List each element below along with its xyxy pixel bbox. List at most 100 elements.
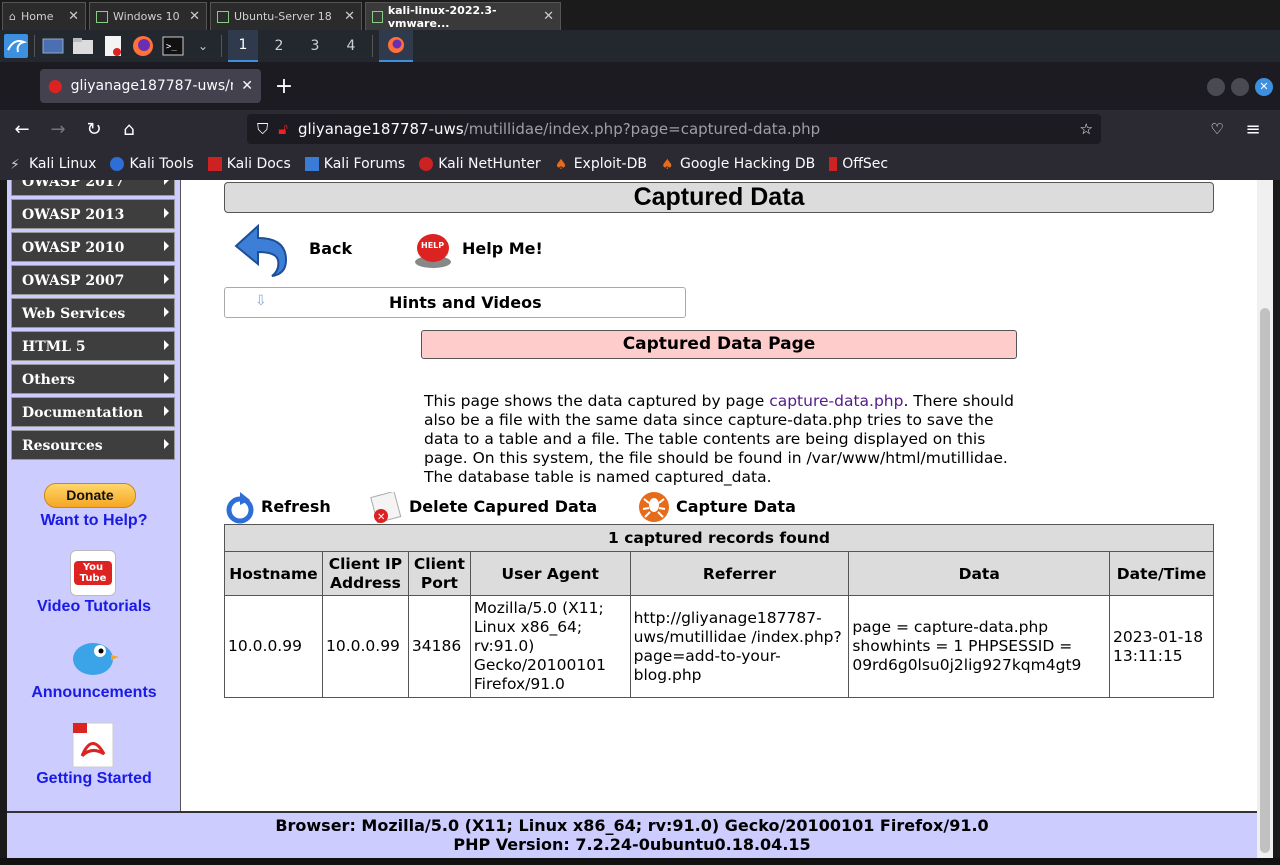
- close-icon[interactable]: ✕: [189, 9, 200, 24]
- kali-menu-icon[interactable]: [4, 34, 28, 58]
- bookmark-google-hacking-db[interactable]: ♠ Google Hacking DB: [661, 156, 815, 173]
- want-to-help-link[interactable]: Want to Help?: [7, 512, 181, 530]
- menu-owasp-2007[interactable]: OWASP 2007: [11, 265, 175, 295]
- host-tab-home[interactable]: ⌂ Home ✕: [2, 2, 86, 30]
- minimize-button[interactable]: [1207, 78, 1225, 96]
- bookmark-kali-docs[interactable]: Kali Docs: [207, 156, 291, 172]
- column-header: Referrer: [629, 551, 850, 596]
- cell-client-port: 34186: [407, 595, 471, 698]
- workspace-3[interactable]: 3: [300, 30, 330, 62]
- arrow-right-icon: [164, 180, 169, 185]
- forward-arrow-icon[interactable]: →: [47, 118, 69, 140]
- menu-owasp-2010[interactable]: OWASP 2010: [11, 232, 175, 262]
- new-tab-button[interactable]: +: [272, 74, 296, 99]
- video-tutorials-link[interactable]: Video Tutorials: [7, 598, 181, 616]
- menu-documentation[interactable]: Documentation: [11, 397, 175, 427]
- workspace-4[interactable]: 4: [336, 30, 366, 62]
- home-icon: ⌂: [9, 10, 16, 23]
- hints-and-videos-toggle[interactable]: ⇩ Hints and Videos: [224, 287, 686, 318]
- close-icon[interactable]: ✕: [344, 9, 355, 24]
- help-button-icon[interactable]: HELP: [411, 226, 455, 274]
- capture-data-icon[interactable]: [638, 491, 670, 527]
- back-arrow-icon[interactable]: [228, 220, 290, 282]
- nethunter-icon: [419, 157, 434, 171]
- host-tab-ubuntu[interactable]: Ubuntu-Server 18 ✕: [210, 2, 362, 30]
- close-icon[interactable]: ✕: [68, 9, 79, 24]
- menu-others[interactable]: Others: [11, 364, 175, 394]
- menu-html5[interactable]: HTML 5: [11, 331, 175, 361]
- home-icon[interactable]: ⌂: [118, 118, 140, 140]
- page-scrollbar[interactable]: [1257, 180, 1273, 858]
- help-me-button[interactable]: Help Me!: [462, 239, 543, 258]
- browser-tab[interactable]: ⬤ gliyanage187787-uws/mu ✕: [40, 69, 261, 103]
- arrow-right-icon: [164, 307, 169, 317]
- column-header: Client Port: [407, 551, 471, 596]
- bookmark-star-icon[interactable]: ☆: [1080, 120, 1093, 138]
- desktop-icon[interactable]: [41, 34, 65, 58]
- url-bar[interactable]: ⛉ 🔓︎ gliyanage187787-uws/mutillidae/inde…: [247, 114, 1101, 144]
- folder-icon[interactable]: [71, 34, 95, 58]
- delete-icon[interactable]: ✕: [370, 490, 402, 528]
- insecure-lock-icon[interactable]: 🔓︎: [278, 120, 288, 138]
- back-arrow-icon[interactable]: ←: [11, 118, 33, 140]
- web-page: OWASP 2017 OWASP 2013 OWASP 2010 OWASP 2…: [7, 180, 1257, 858]
- menu-web-services[interactable]: Web Services: [11, 298, 175, 328]
- refresh-icon[interactable]: [226, 492, 254, 528]
- getting-started-link[interactable]: Getting Started: [7, 770, 181, 788]
- arrow-right-icon: [164, 208, 169, 218]
- bookmark-kali-forums[interactable]: Kali Forums: [304, 156, 405, 172]
- window-bottom-edge: [0, 858, 1280, 865]
- youtube-label: You Tube: [74, 561, 112, 585]
- pocket-icon[interactable]: ♡: [1206, 118, 1228, 140]
- youtube-icon[interactable]: You Tube: [70, 550, 116, 596]
- bookmark-offsec[interactable]: OffSec: [829, 156, 888, 172]
- table-caption-row: 1 captured records found: [224, 524, 1214, 552]
- reload-icon[interactable]: ↻: [83, 118, 105, 140]
- workspace-2[interactable]: 2: [264, 30, 294, 62]
- kali-docs-icon: [207, 157, 222, 171]
- terminal-icon[interactable]: >_: [161, 34, 185, 58]
- svg-text:>_: >_: [166, 42, 177, 52]
- host-tab-windows[interactable]: Windows 10 ✕: [89, 2, 207, 30]
- taskbar-firefox-window[interactable]: [379, 30, 413, 62]
- delete-captured-data-button[interactable]: Delete Capured Data: [409, 497, 597, 516]
- donate-button[interactable]: Donate: [44, 483, 136, 508]
- host-tab-kali[interactable]: kali-linux-2022.3-vmware... ✕: [365, 2, 561, 30]
- column-header: User Agent: [469, 551, 631, 596]
- shield-icon[interactable]: ⛉: [257, 120, 268, 138]
- pdf-icon[interactable]: [72, 722, 114, 772]
- menu-resources[interactable]: Resources: [11, 430, 175, 460]
- text-editor-icon[interactable]: [101, 34, 125, 58]
- refresh-button[interactable]: Refresh: [261, 497, 331, 516]
- kali-forums-icon: [304, 157, 319, 171]
- menu-owasp-2013[interactable]: OWASP 2013: [11, 199, 175, 229]
- firefox-icon[interactable]: [131, 34, 155, 58]
- column-header: Data: [848, 551, 1111, 596]
- column-header: Hostname: [224, 551, 323, 596]
- close-window-button[interactable]: ✕: [1255, 78, 1273, 96]
- maximize-button[interactable]: [1231, 78, 1249, 96]
- hamburger-menu-icon[interactable]: ≡: [1242, 118, 1264, 140]
- menu-owasp-2017[interactable]: OWASP 2017: [11, 180, 175, 196]
- bookmark-kali-tools[interactable]: Kali Tools: [110, 156, 194, 172]
- bookmark-kali-linux[interactable]: ⚡︎ Kali Linux: [10, 156, 96, 173]
- close-icon[interactable]: ✕: [543, 9, 554, 24]
- close-icon[interactable]: ✕: [241, 78, 253, 94]
- bookmark-kali-nethunter[interactable]: Kali NetHunter: [419, 156, 541, 172]
- browser-tab-strip: ⬤ gliyanage187787-uws/mu ✕ + ✕: [0, 62, 1280, 110]
- bug-icon: ⬤: [48, 78, 63, 94]
- scrollbar-thumb[interactable]: [1260, 308, 1270, 853]
- bookmark-exploit-db[interactable]: ♠ Exploit-DB: [555, 156, 647, 173]
- workspace-1[interactable]: 1: [228, 30, 258, 62]
- divider: [34, 35, 35, 57]
- cell-referrer: http://gliyanage187787-uws/mutillidae /i…: [629, 595, 850, 698]
- records-found-label: 1 captured records found: [224, 524, 1214, 552]
- cell-hostname: 10.0.0.99: [224, 595, 323, 698]
- capture-data-link[interactable]: capture-data.php: [769, 392, 903, 410]
- chevron-down-icon[interactable]: ⌄: [191, 34, 215, 58]
- vm-icon: [96, 10, 108, 23]
- capture-data-button[interactable]: Capture Data: [676, 497, 796, 516]
- announcements-link[interactable]: Announcements: [7, 684, 181, 702]
- back-button[interactable]: Back: [309, 239, 352, 258]
- twitter-bird-icon[interactable]: [67, 635, 119, 683]
